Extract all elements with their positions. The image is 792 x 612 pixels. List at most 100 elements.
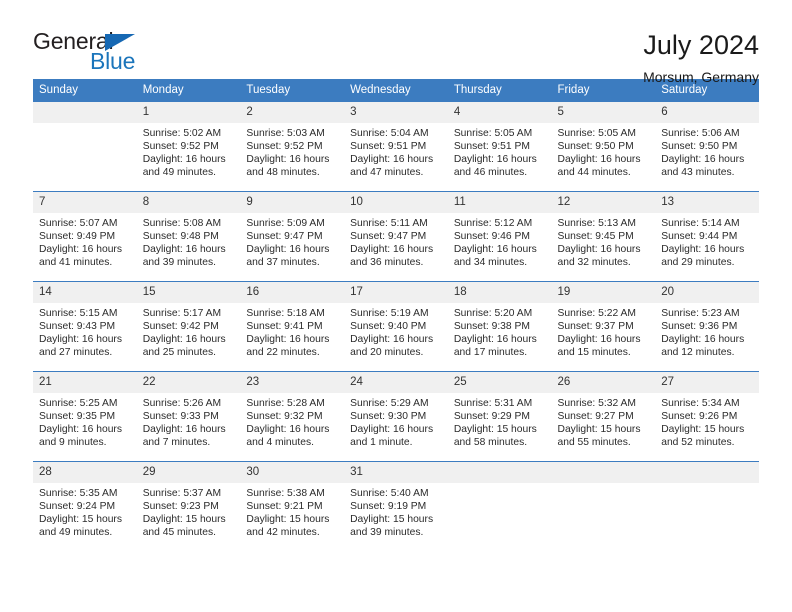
calendar-day-cell[interactable]: 25 Sunrise: 5:31 AM Sunset: 9:29 PM Dayligh… <box>447 371 552 462</box>
day-details: Sunrise: 5:19 AM Sunset: 9:40 PM Daylight:… <box>344 303 448 359</box>
calendar-body: 1 Sunrise: 5:02 AM Sunset: 9:52 PM Daylight… <box>33 102 759 551</box>
calendar-day-cell[interactable]: 11 Sunrise: 5:12 AM Sunset: 9:46 PM Dayligh… <box>447 191 552 282</box>
calendar-day-cell[interactable]: 13 Sunrise: 5:14 AM Sunset: 9:44 PM Dayligh… <box>655 191 759 282</box>
day-number: 4 <box>447 102 552 123</box>
calendar-day-cell[interactable]: 30 Sunrise: 5:38 AM Sunset: 9:21 PM Dayligh… <box>240 461 345 551</box>
daylight-duration-line2: and 39 minutes. <box>142 257 216 269</box>
daylight-duration-line2: and 36 minutes. <box>350 257 424 269</box>
calendar-day-cell[interactable]: 6 Sunrise: 5:06 AM Sunset: 9:50 PM Daylight… <box>655 102 759 192</box>
calendar-week-row: 14 Sunrise: 5:15 AM Sunset: 9:43 PM Dayligh… <box>33 281 759 372</box>
day-number: 11 <box>447 192 552 213</box>
calendar-day-cell[interactable]: 16 Sunrise: 5:18 AM Sunset: 9:41 PM Dayligh… <box>240 281 345 372</box>
day-number <box>551 462 656 483</box>
calendar-week-row: 7 Sunrise: 5:07 AM Sunset: 9:49 PM Daylight… <box>33 191 759 282</box>
daylight-duration-line2: and 12 minutes. <box>661 347 735 359</box>
sunrise-time: Sunrise: 5:04 AM <box>350 128 429 139</box>
calendar-day-cell[interactable]: 31 Sunrise: 5:40 AM Sunset: 9:19 PM Dayligh… <box>344 461 448 551</box>
sunrise-time: Sunrise: 5:05 AM <box>557 128 636 139</box>
calendar-day-cell[interactable]: 10 Sunrise: 5:11 AM Sunset: 9:47 PM Dayligh… <box>344 191 448 282</box>
calendar-day-cell[interactable]: 7 Sunrise: 5:07 AM Sunset: 9:49 PM Daylight… <box>33 191 137 282</box>
weekday-header-sunday: Sunday <box>33 79 137 102</box>
page-header: General Blue July 2024 Morsum, Germany <box>33 0 759 86</box>
calendar-day-cell[interactable]: 24 Sunrise: 5:29 AM Sunset: 9:30 PM Dayligh… <box>344 371 448 462</box>
calendar-day-cell[interactable]: 23 Sunrise: 5:28 AM Sunset: 9:32 PM Dayligh… <box>240 371 345 462</box>
calendar-day-cell[interactable]: 2 Sunrise: 5:03 AM Sunset: 9:52 PM Daylight… <box>240 102 345 192</box>
calendar-day-cell[interactable]: 27 Sunrise: 5:34 AM Sunset: 9:26 PM Dayligh… <box>655 371 759 462</box>
day-details: Sunrise: 5:32 AM Sunset: 9:27 PM Daylight:… <box>552 393 656 449</box>
daylight-duration-line1: Daylight: 16 hours <box>246 334 330 346</box>
calendar-week-row: 28 Sunrise: 5:35 AM Sunset: 9:24 PM Dayligh… <box>33 461 759 551</box>
sunrise-time: Sunrise: 5:11 AM <box>350 218 428 229</box>
calendar-day-cell[interactable]: 5 Sunrise: 5:05 AM Sunset: 9:50 PM Daylight… <box>551 102 656 192</box>
day-details: Sunrise: 5:02 AM Sunset: 9:52 PM Daylight:… <box>137 123 241 179</box>
daylight-duration-line2: and 47 minutes. <box>350 167 424 179</box>
daylight-duration-line1: Daylight: 16 hours <box>246 154 330 166</box>
day-details: Sunrise: 5:11 AM Sunset: 9:47 PM Daylight:… <box>344 213 448 269</box>
sunset-time: Sunset: 9:38 PM <box>453 321 530 333</box>
calendar-day-cell[interactable]: 18 Sunrise: 5:20 AM Sunset: 9:38 PM Dayligh… <box>447 281 552 372</box>
weekday-header-friday: Friday <box>551 79 656 102</box>
sunset-time: Sunset: 9:41 PM <box>246 321 323 333</box>
day-details: Sunrise: 5:08 AM Sunset: 9:48 PM Daylight:… <box>137 213 241 269</box>
day-details: Sunrise: 5:05 AM Sunset: 9:50 PM Daylight:… <box>552 123 656 179</box>
daylight-duration-line1: Daylight: 16 hours <box>142 244 226 256</box>
calendar-day-cell[interactable]: 22 Sunrise: 5:26 AM Sunset: 9:33 PM Dayligh… <box>136 371 241 462</box>
daylight-duration-line1: Daylight: 16 hours <box>557 154 641 166</box>
sunset-time: Sunset: 9:24 PM <box>39 501 116 513</box>
day-number: 28 <box>33 462 137 483</box>
sunrise-time: Sunrise: 5:08 AM <box>142 218 222 229</box>
daylight-duration-line2: and 34 minutes. <box>453 257 528 269</box>
sunrise-time: Sunrise: 5:09 AM <box>246 218 325 229</box>
calendar-day-cell[interactable]: 20 Sunrise: 5:23 AM Sunset: 9:36 PM Dayligh… <box>655 281 759 372</box>
day-details: Sunrise: 5:35 AM Sunset: 9:24 PM Daylight:… <box>33 483 137 539</box>
sunset-time: Sunset: 9:45 PM <box>557 231 634 243</box>
sunrise-time: Sunrise: 5:05 AM <box>453 128 533 139</box>
daylight-duration-line1: Daylight: 16 hours <box>142 154 226 166</box>
daylight-duration-line1: Daylight: 16 hours <box>142 424 226 436</box>
sunrise-time: Sunrise: 5:32 AM <box>557 398 636 409</box>
calendar-day-cell[interactable]: 9 Sunrise: 5:09 AM Sunset: 9:47 PM Daylight… <box>240 191 345 282</box>
sunrise-time: Sunrise: 5:19 AM <box>350 308 429 319</box>
sunset-time: Sunset: 9:50 PM <box>661 141 738 153</box>
calendar-day-cell[interactable]: 3 Sunrise: 5:04 AM Sunset: 9:51 PM Daylight… <box>344 102 448 192</box>
calendar-day-cell[interactable]: 8 Sunrise: 5:08 AM Sunset: 9:48 PM Daylight… <box>136 191 241 282</box>
day-details: Sunrise: 5:07 AM Sunset: 9:49 PM Daylight:… <box>33 213 137 269</box>
calendar-day-cell[interactable]: 15 Sunrise: 5:17 AM Sunset: 9:42 PM Dayligh… <box>136 281 241 372</box>
sunset-time: Sunset: 9:44 PM <box>661 231 738 243</box>
daylight-duration-line2: and 29 minutes. <box>661 257 735 269</box>
page-subtitle: Morsum, Germany <box>643 69 759 86</box>
day-details: Sunrise: 5:09 AM Sunset: 9:47 PM Daylight:… <box>240 213 344 269</box>
sunrise-time: Sunrise: 5:37 AM <box>142 488 222 499</box>
calendar-day-cell-empty <box>447 461 552 551</box>
sunset-time: Sunset: 9:52 PM <box>142 141 219 153</box>
calendar-day-cell[interactable]: 17 Sunrise: 5:19 AM Sunset: 9:40 PM Dayligh… <box>344 281 448 372</box>
general-blue-logo[interactable]: General Blue <box>33 30 163 78</box>
calendar-day-cell[interactable]: 19 Sunrise: 5:22 AM Sunset: 9:37 PM Dayligh… <box>551 281 656 372</box>
day-number: 26 <box>551 372 656 393</box>
sunset-time: Sunset: 9:19 PM <box>350 501 427 513</box>
sunset-time: Sunset: 9:26 PM <box>661 411 738 423</box>
day-number: 19 <box>551 282 656 303</box>
sunrise-time: Sunrise: 5:17 AM <box>142 308 222 319</box>
sunset-time: Sunset: 9:27 PM <box>557 411 634 423</box>
calendar-day-cell[interactable]: 4 Sunrise: 5:05 AM Sunset: 9:51 PM Daylight… <box>447 102 552 192</box>
calendar-day-cell[interactable]: 29 Sunrise: 5:37 AM Sunset: 9:23 PM Dayligh… <box>136 461 241 551</box>
calendar-day-cell[interactable]: 12 Sunrise: 5:13 AM Sunset: 9:45 PM Dayligh… <box>551 191 656 282</box>
daylight-duration-line2: and 39 minutes. <box>350 527 424 539</box>
daylight-duration-line1: Daylight: 15 hours <box>350 514 434 526</box>
day-details: Sunrise: 5:20 AM Sunset: 9:38 PM Daylight:… <box>448 303 552 359</box>
calendar-day-cell[interactable]: 1 Sunrise: 5:02 AM Sunset: 9:52 PM Daylight… <box>136 102 241 192</box>
day-number: 23 <box>240 372 345 393</box>
weekday-header-tuesday: Tuesday <box>240 79 345 102</box>
daylight-duration-line1: Daylight: 16 hours <box>453 334 537 346</box>
page-title: July 2024 <box>643 30 759 60</box>
daylight-duration-line1: Daylight: 16 hours <box>39 424 122 436</box>
calendar-day-cell[interactable]: 26 Sunrise: 5:32 AM Sunset: 9:27 PM Dayligh… <box>551 371 656 462</box>
sunrise-time: Sunrise: 5:35 AM <box>39 488 118 499</box>
calendar-day-cell[interactable]: 14 Sunrise: 5:15 AM Sunset: 9:43 PM Dayligh… <box>33 281 137 372</box>
day-details: Sunrise: 5:28 AM Sunset: 9:32 PM Daylight:… <box>240 393 344 449</box>
calendar-day-cell[interactable]: 21 Sunrise: 5:25 AM Sunset: 9:35 PM Dayligh… <box>33 371 137 462</box>
calendar-day-cell[interactable]: 28 Sunrise: 5:35 AM Sunset: 9:24 PM Dayligh… <box>33 461 137 551</box>
day-number: 30 <box>240 462 345 483</box>
day-number: 27 <box>655 372 759 393</box>
